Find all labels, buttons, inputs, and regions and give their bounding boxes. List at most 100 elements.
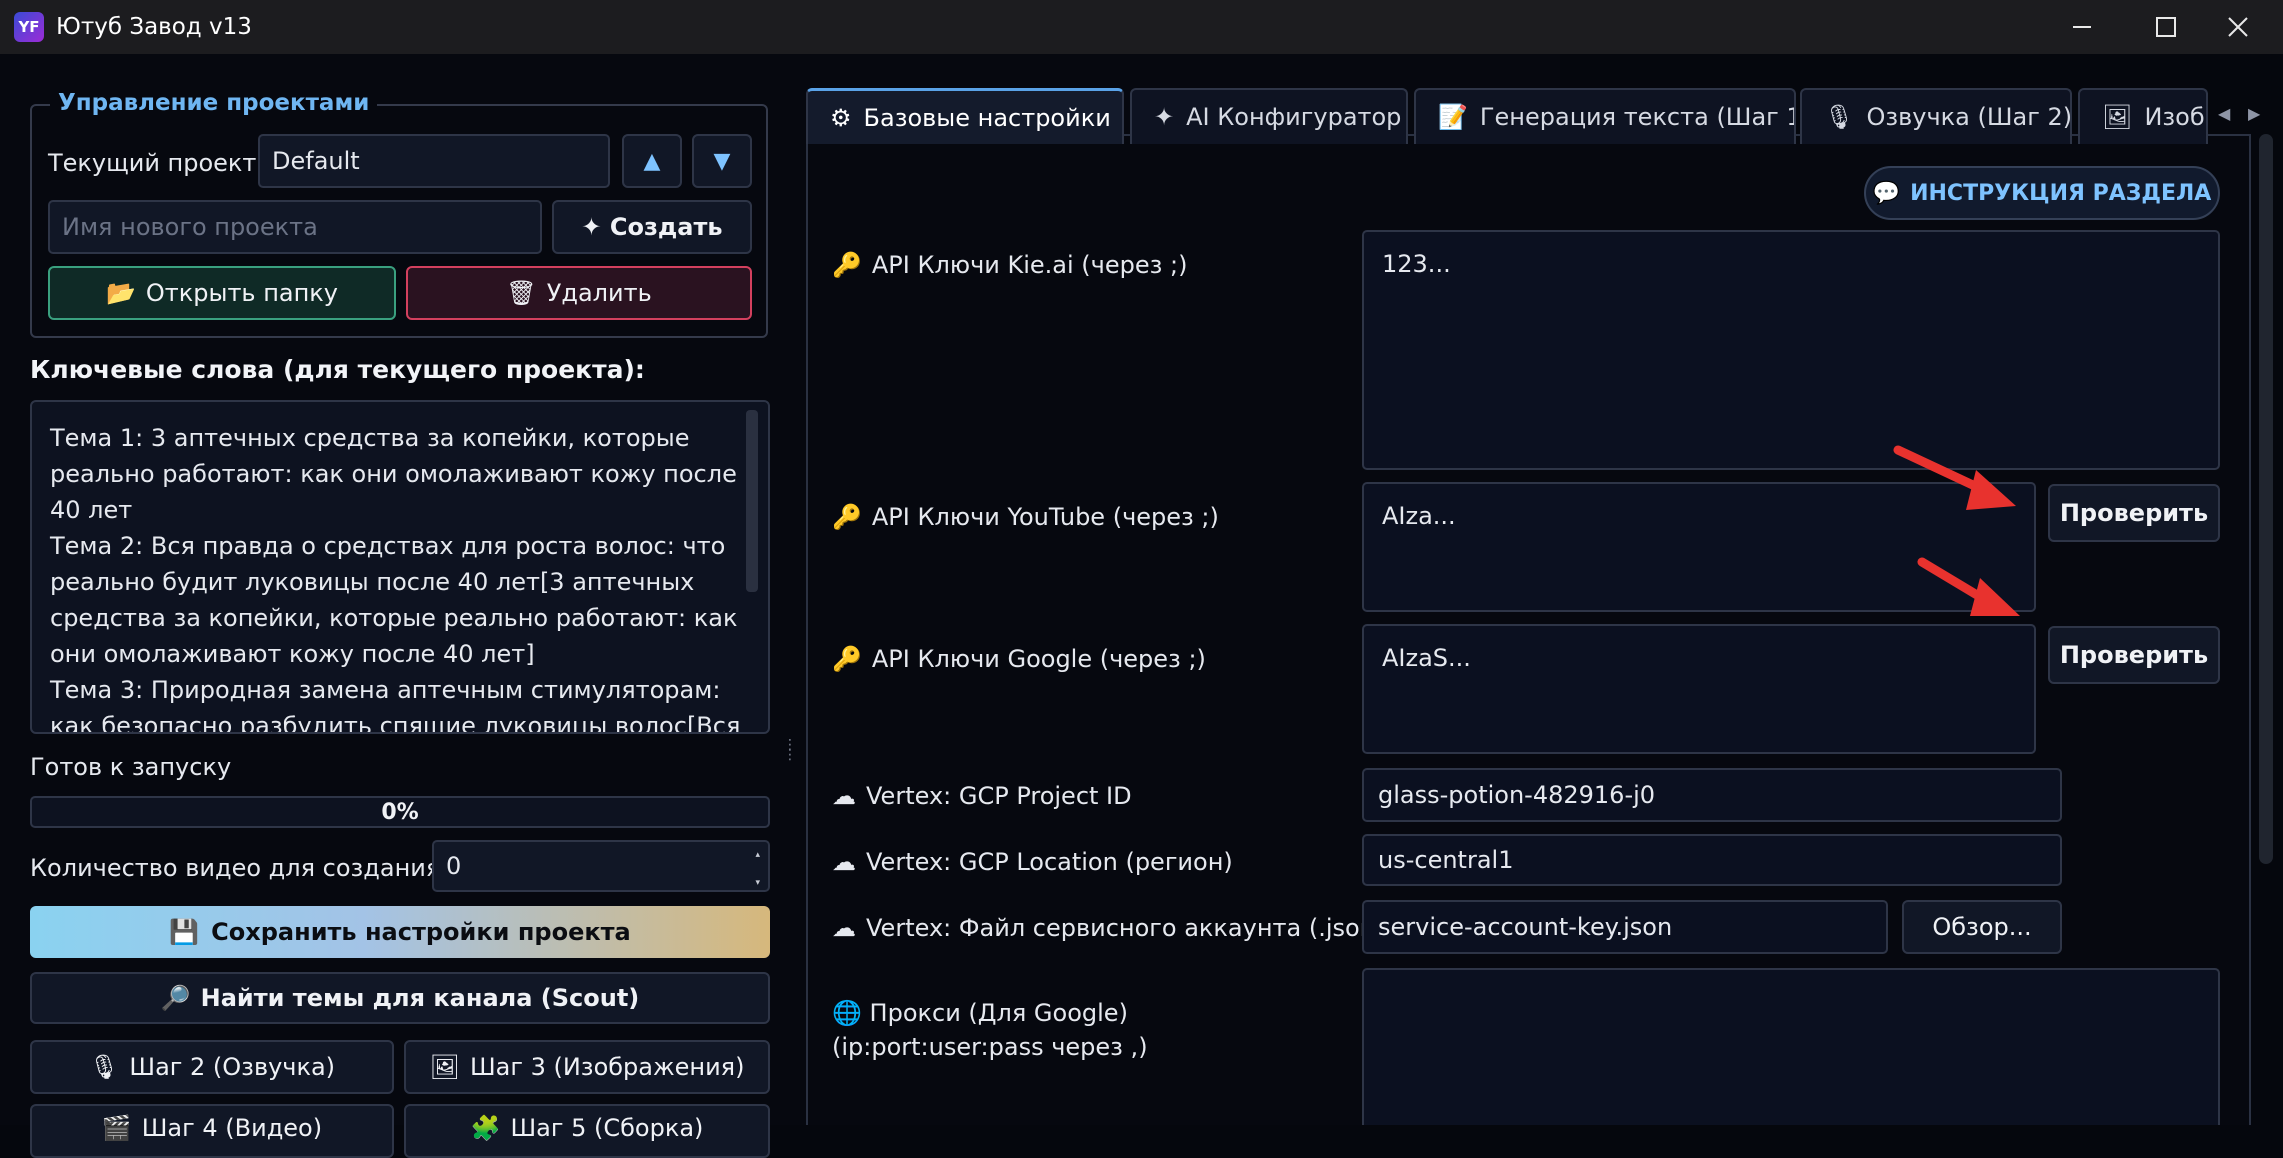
arrow-to-youtube-check-icon bbox=[1893, 445, 2016, 510]
tab-voiceover-label: Озвучка (Шаг 2) bbox=[1866, 103, 2072, 131]
magnifier-icon: 🔎 bbox=[160, 984, 191, 1012]
picture-icon: 🖼 bbox=[429, 1053, 460, 1081]
create-project-label: ✦ Создать bbox=[581, 213, 723, 241]
step2-button[interactable]: 🎙 Шаг 2 (Озвучка) bbox=[30, 1040, 394, 1094]
keywords-line-3: Тема 3: Природная замена аптечным стимул… bbox=[50, 676, 741, 734]
speech-bubble-icon: 💬 bbox=[1872, 180, 1901, 206]
open-folder-button[interactable]: 📂 Открыть папку bbox=[48, 266, 396, 320]
tab-ai-configurator-label: AI Конфигуратор bbox=[1186, 103, 1402, 131]
gcp-location-label: ☁ Vertex: GCP Location (регион) bbox=[832, 845, 1233, 879]
current-project-select[interactable]: Default bbox=[258, 134, 610, 188]
create-project-button[interactable]: ✦ Создать bbox=[552, 200, 752, 254]
section-help-label: ИНСТРУКЦИЯ РАЗДЕЛА bbox=[1910, 180, 2212, 206]
globe-icon: 🌐 bbox=[832, 999, 862, 1027]
tab-ai-configurator[interactable]: ✦ AI Конфигуратор bbox=[1130, 88, 1408, 144]
trash-icon: 🗑 bbox=[506, 279, 537, 307]
settings-scrollbar[interactable] bbox=[2259, 134, 2273, 864]
new-project-input[interactable]: Имя нового проекта bbox=[48, 200, 542, 254]
service-account-label-text: Vertex: Файл сервисного аккаунта (.json) bbox=[866, 914, 1385, 942]
step4-button[interactable]: 🎬 Шаг 4 (Видео) bbox=[30, 1104, 394, 1158]
kie-keys-label: 🔑 API Ключи Kie.ai (через ;) bbox=[832, 248, 1187, 282]
google-keys-label: 🔑 API Ключи Google (через ;) bbox=[832, 642, 1206, 676]
triangle-up-icon: ▲ bbox=[643, 148, 661, 174]
keywords-text: Тема 1: 3 аптечных средства за копейки, … bbox=[50, 420, 750, 734]
tab-text-generation-label: Генерация текста (Шаг 1) bbox=[1479, 103, 1796, 131]
cloud-icon: ☁ bbox=[832, 848, 856, 876]
gcp-project-label: ☁ Vertex: GCP Project ID bbox=[832, 779, 1132, 813]
save-settings-button[interactable]: 💾 Сохранить настройки проекта bbox=[30, 906, 770, 958]
tab-scroll-right-icon[interactable]: ▶ bbox=[2248, 104, 2260, 123]
floppy-disk-icon: 💾 bbox=[169, 918, 200, 946]
tab-basic-settings[interactable]: ⚙ Базовые настройки bbox=[806, 88, 1124, 144]
proxy-label: 🌐 Прокси (Для Google) (ip:port:user:pass… bbox=[832, 996, 1332, 1064]
video-count-spinbox[interactable]: 0 ▴ ▾ bbox=[432, 840, 770, 892]
gear-icon: ⚙ bbox=[830, 103, 852, 132]
save-settings-label: Сохранить настройки проекта bbox=[211, 918, 631, 946]
step3-button[interactable]: 🖼 Шаг 3 (Изображения) bbox=[404, 1040, 770, 1094]
move-down-button[interactable]: ▼ bbox=[692, 134, 752, 188]
keywords-title: Ключевые слова (для текущего проекта): bbox=[30, 355, 645, 384]
gcp-project-label-text: Vertex: GCP Project ID bbox=[866, 782, 1132, 810]
gcp-project-input[interactable]: glass-potion-482916-j0 bbox=[1362, 768, 2062, 822]
step5-button[interactable]: 🧩 Шаг 5 (Сборка) bbox=[404, 1104, 770, 1158]
tab-basic-settings-label: Базовые настройки bbox=[863, 103, 1111, 132]
step3-label: Шаг 3 (Изображения) bbox=[469, 1053, 745, 1081]
kie-keys-textarea[interactable]: 123... bbox=[1362, 230, 2220, 470]
projects-group-title: Управление проектами bbox=[50, 86, 378, 120]
close-icon bbox=[2228, 17, 2248, 37]
cloud-icon: ☁ bbox=[832, 782, 856, 810]
youtube-keys-label-text: API Ключи YouTube (через ;) bbox=[871, 503, 1219, 531]
splitter-handle[interactable]: ⋮⋮ bbox=[783, 738, 797, 780]
google-keys-textarea[interactable]: AIzaS... bbox=[1362, 624, 2036, 754]
close-button[interactable] bbox=[2190, 0, 2283, 54]
spin-arrows-icon[interactable]: ▴ ▾ bbox=[755, 848, 760, 890]
keywords-line-1: Тема 1: 3 аптечных средства за копейки, … bbox=[50, 424, 737, 524]
section-help-button[interactable]: 💬 ИНСТРУКЦИЯ РАЗДЕЛА bbox=[1864, 166, 2220, 220]
window-title: Ютуб Завод v13 bbox=[56, 14, 252, 40]
microphone-icon: 🎙 bbox=[1824, 103, 1855, 131]
memo-icon: 📝 bbox=[1438, 103, 1468, 131]
gcp-location-label-text: Vertex: GCP Location (регион) bbox=[866, 848, 1233, 876]
microphone-icon: 🎙 bbox=[88, 1053, 120, 1081]
service-account-label: ☁ Vertex: Файл сервисного аккаунта (.jso… bbox=[832, 911, 1384, 945]
keywords-textarea[interactable]: Тема 1: 3 аптечных средства за копейки, … bbox=[30, 400, 770, 734]
tab-voiceover[interactable]: 🎙 Озвучка (Шаг 2) bbox=[1800, 88, 2072, 144]
minimize-icon bbox=[2073, 26, 2091, 28]
open-folder-label: Открыть папку bbox=[145, 279, 338, 307]
gcp-location-input[interactable]: us-central1 bbox=[1362, 834, 2062, 886]
keywords-line-2: Тема 2: Вся правда о средствах для роста… bbox=[50, 532, 738, 668]
folder-icon: 📂 bbox=[106, 279, 136, 307]
tab-images[interactable]: 🖼 Изобр bbox=[2078, 88, 2208, 144]
youtube-keys-label: 🔑 API Ключи YouTube (через ;) bbox=[832, 500, 1219, 534]
step5-label: Шаг 5 (Сборка) bbox=[510, 1114, 704, 1142]
title-bar bbox=[0, 0, 2283, 54]
proxy-textarea[interactable] bbox=[1362, 968, 2220, 1125]
triangle-down-icon: ▼ bbox=[713, 148, 731, 174]
tab-text-generation[interactable]: 📝 Генерация текста (Шаг 1) bbox=[1414, 88, 1796, 144]
tab-scroll-left-icon[interactable]: ◀ bbox=[2218, 104, 2230, 123]
current-project-label: Текущий проект: bbox=[48, 149, 265, 177]
step2-label: Шаг 2 (Озвучка) bbox=[129, 1053, 336, 1081]
browse-button[interactable]: Обзор... bbox=[1902, 900, 2062, 954]
video-icon: 🎬 bbox=[101, 1114, 132, 1142]
scout-label: Найти темы для канала (Scout) bbox=[200, 984, 640, 1012]
picture-icon: 🖼 bbox=[2102, 103, 2133, 131]
scout-button[interactable]: 🔎 Найти темы для канала (Scout) bbox=[30, 972, 770, 1024]
delete-project-label: Удалить bbox=[546, 279, 652, 307]
sparkle-icon: ✦ bbox=[1154, 103, 1175, 131]
step4-label: Шаг 4 (Видео) bbox=[141, 1114, 323, 1142]
move-up-button[interactable]: ▲ bbox=[622, 134, 682, 188]
minimize-button[interactable] bbox=[2034, 0, 2130, 54]
check-youtube-button[interactable]: Проверить bbox=[2048, 484, 2220, 542]
service-account-input[interactable]: service-account-key.json bbox=[1362, 900, 1888, 954]
annotation-arrows bbox=[1893, 445, 2020, 616]
keywords-scrollbar[interactable] bbox=[746, 410, 758, 592]
progress-bar: 0% bbox=[30, 796, 770, 828]
check-google-button[interactable]: Проверить bbox=[2048, 626, 2220, 684]
kie-keys-label-text: API Ключи Kie.ai (через ;) bbox=[871, 251, 1188, 279]
delete-project-button[interactable]: 🗑 Удалить bbox=[406, 266, 752, 320]
key-icon: 🔑 bbox=[832, 251, 862, 279]
proxy-label-text: Прокси (Для Google) (ip:port:user:pass ч… bbox=[832, 999, 1148, 1061]
key-icon: 🔑 bbox=[832, 503, 862, 531]
arrow-to-google-check-icon bbox=[1917, 557, 2020, 616]
